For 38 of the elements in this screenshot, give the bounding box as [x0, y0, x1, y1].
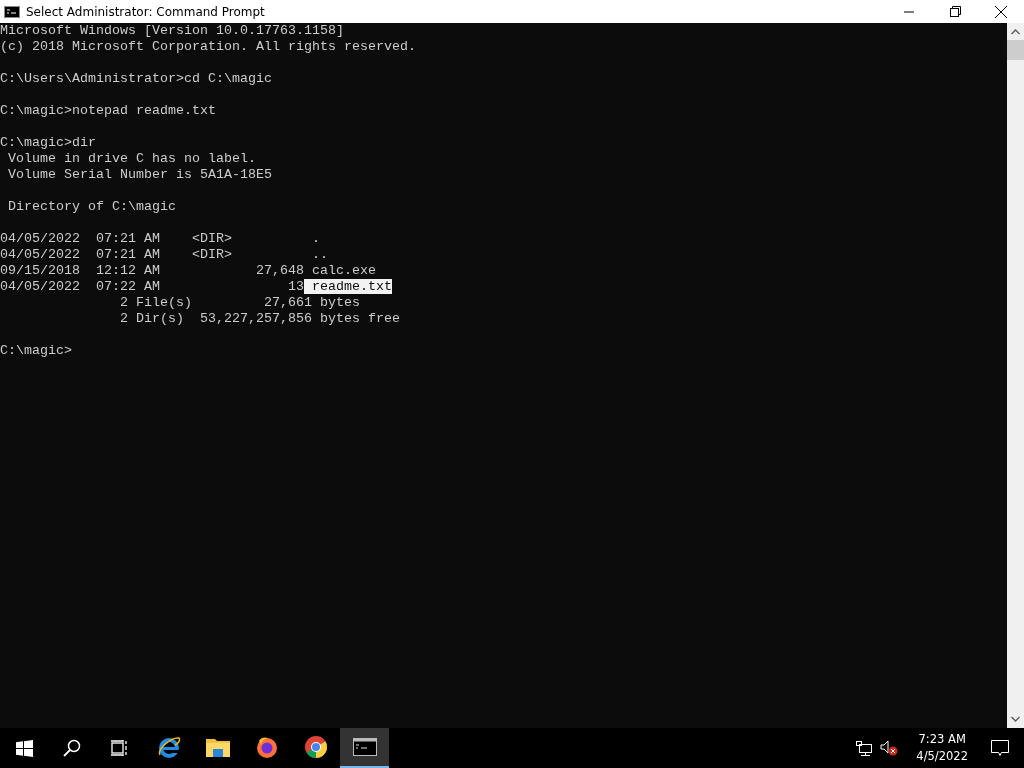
console-text: 04/05/2022 07:21 AM <DIR> .. [0, 247, 328, 262]
console-text: C:\magic> [0, 343, 72, 358]
taskbar-app[interactable] [340, 728, 389, 768]
fox-globe-icon [254, 735, 279, 759]
scroll-down-icon[interactable] [1011, 716, 1020, 722]
e-logo-icon [156, 735, 181, 759]
chrome-icon [303, 735, 328, 759]
task-view-icon [111, 740, 129, 756]
console-text: 09/15/2018 12:12 AM 27,648 calc.exe [0, 263, 376, 278]
console-text: (c) 2018 Microsoft Corporation. All rights reserved. [0, 39, 416, 54]
console-text: 2 File(s) 27,661 bytes [118, 295, 360, 310]
console-text: Volume Serial Number is 5A1A-18E5 [7, 167, 272, 182]
network-icon[interactable] [856, 740, 873, 756]
console-text: Directory of C:\magic [7, 199, 176, 214]
scroll-thumb[interactable] [1007, 40, 1024, 60]
console-text: readme.txt [303, 279, 392, 294]
close-icon [995, 5, 1007, 18]
restore-icon [949, 6, 961, 17]
windows-logo-icon [15, 739, 33, 757]
console-text: 04/05/2022 07:22 AM 13 [0, 279, 304, 294]
clock-time[interactable]: 7:23 AM [918, 731, 966, 748]
scroll-up-icon[interactable] [1011, 29, 1020, 35]
console-icon [352, 738, 377, 756]
console-text: 04/05/2022 07:21 AM <DIR> . [0, 231, 320, 246]
speech-bubble-icon [991, 739, 1009, 757]
console-text: C:\Users\Administrator>cd C:\magic [0, 71, 272, 86]
folder-icon [205, 737, 230, 757]
console-icon [4, 5, 20, 18]
search-icon [63, 739, 81, 757]
muted-speaker-icon[interactable] [880, 740, 899, 756]
scrollbar[interactable] [1007, 23, 1024, 728]
console-text: Volume in drive C has no label. [7, 151, 256, 166]
console-text: C:\magic>notepad readme.txt [0, 103, 216, 118]
window-title: Select Administrator: Command Prompt [26, 4, 265, 19]
console-text: C:\magic>dir [0, 135, 96, 150]
clock-date[interactable]: 4/5/2022 [916, 748, 968, 765]
console-text: 2 Dir(s) 53,227,257,856 bytes free [118, 311, 400, 326]
console-text: Microsoft Windows [Version 10.0.17763.1158] [0, 23, 344, 38]
